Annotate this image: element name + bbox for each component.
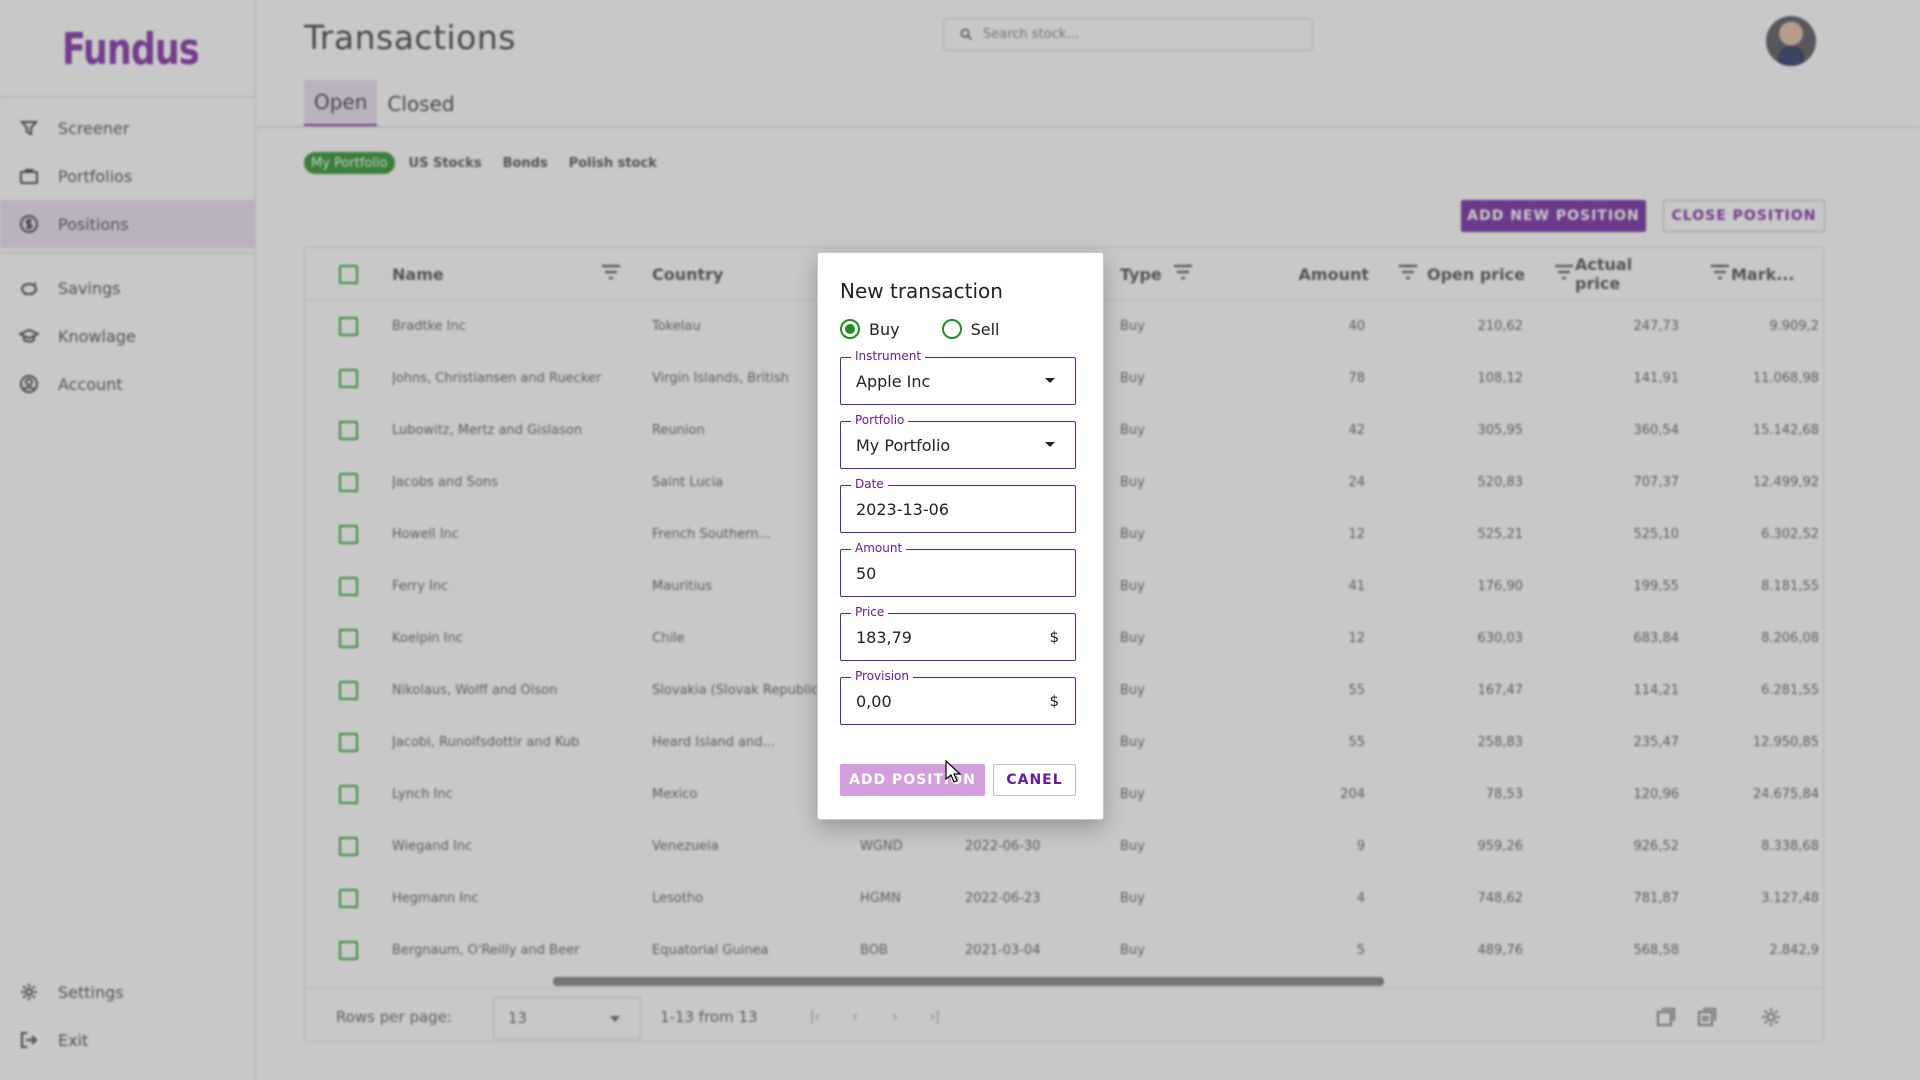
dialog-title: New transaction: [840, 279, 1003, 303]
field-value: 2023-13-06: [856, 499, 949, 519]
radio-sell[interactable]: Sell: [941, 319, 1000, 339]
field-value: 183,79: [856, 627, 912, 647]
currency-suffix: $: [1049, 628, 1059, 646]
field-value: 50: [856, 563, 877, 583]
radio-button-checked[interactable]: [840, 319, 860, 339]
field-value: Apple Inc: [856, 371, 931, 391]
mouse-cursor-icon: [945, 760, 962, 783]
field-value: My Portfolio: [856, 435, 951, 455]
instrument-select[interactable]: Instrument Apple Inc: [840, 349, 1076, 405]
transaction-side-radio-group: Buy Sell: [840, 319, 1041, 339]
dropdown-arrow-icon: [1045, 378, 1055, 383]
price-field[interactable]: Price 183,79 $: [840, 605, 1076, 661]
new-transaction-dialog: New transaction Buy Sell Instrument Appl…: [817, 252, 1104, 820]
radio-button[interactable]: [941, 319, 962, 339]
date-field[interactable]: Date 2023-13-06: [840, 477, 1076, 533]
dropdown-arrow-icon: [1045, 442, 1055, 447]
provision-field[interactable]: Provision 0,00 $: [840, 669, 1076, 725]
radio-label: Sell: [970, 319, 1000, 339]
currency-suffix: $: [1049, 692, 1059, 710]
cancel-button[interactable]: CANEL: [993, 764, 1076, 796]
radio-buy[interactable]: Buy: [840, 319, 900, 339]
field-value: 0,00: [856, 691, 892, 711]
amount-field[interactable]: Amount 50: [840, 541, 1076, 597]
add-position-button[interactable]: ADD POSITION: [840, 764, 985, 796]
radio-label: Buy: [869, 319, 900, 339]
portfolio-select[interactable]: Portfolio My Portfolio: [840, 413, 1076, 469]
